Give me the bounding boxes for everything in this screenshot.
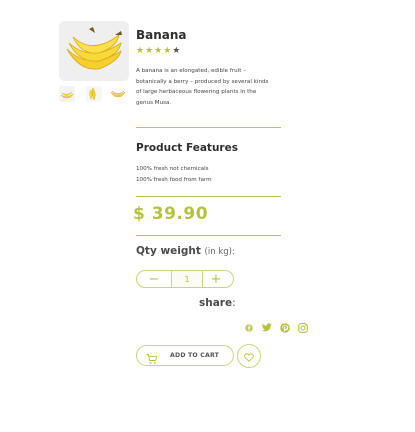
rating-stars-filled: ★★★★ (136, 46, 173, 56)
feature-item: 100% fresh not chemicals (136, 166, 209, 172)
share-colon: : (232, 297, 236, 309)
quantity-colon: : (231, 247, 235, 257)
divider (136, 127, 281, 128)
quantity-increase-button[interactable]: + (199, 271, 233, 287)
quantity-label-text: Qty weight (136, 245, 201, 257)
quantity-label: Qty weight (in kg): (136, 245, 235, 257)
rating-stars-empty: ★ (172, 46, 182, 56)
heart-icon (244, 347, 254, 366)
quantity-decrease-button[interactable]: − (137, 271, 171, 287)
product-title: Banana (136, 28, 187, 42)
product-thumbnail-3[interactable] (110, 86, 126, 102)
cart-icon (146, 350, 158, 364)
quantity-unit: (in kg) (204, 247, 232, 257)
divider (136, 196, 281, 197)
add-to-cart-button[interactable]: ADD TO CART (136, 345, 234, 366)
share-label-text: share (199, 297, 233, 309)
pinterest-icon[interactable] (279, 322, 290, 333)
product-description: A banana is an elongated, edible fruit –… (136, 68, 269, 106)
quantity-stepper: − 1 + (136, 270, 234, 288)
share-label: share: (199, 297, 236, 309)
add-to-cart-label: ADD TO CART (170, 352, 220, 359)
instagram-icon[interactable] (297, 322, 308, 333)
divider (136, 235, 281, 236)
product-thumbnail-1[interactable] (59, 86, 75, 102)
feature-item: 100% fresh food from farm (136, 177, 212, 183)
product-thumbnail-2[interactable] (86, 86, 102, 102)
facebook-icon[interactable] (243, 322, 254, 333)
product-price: $ 39.90 (133, 204, 209, 224)
twitter-icon[interactable] (261, 322, 272, 333)
features-title: Product Features (136, 142, 238, 154)
rating-stars: ★★★★★ (136, 46, 181, 56)
product-main-image (59, 21, 129, 81)
wishlist-button[interactable] (237, 344, 261, 368)
